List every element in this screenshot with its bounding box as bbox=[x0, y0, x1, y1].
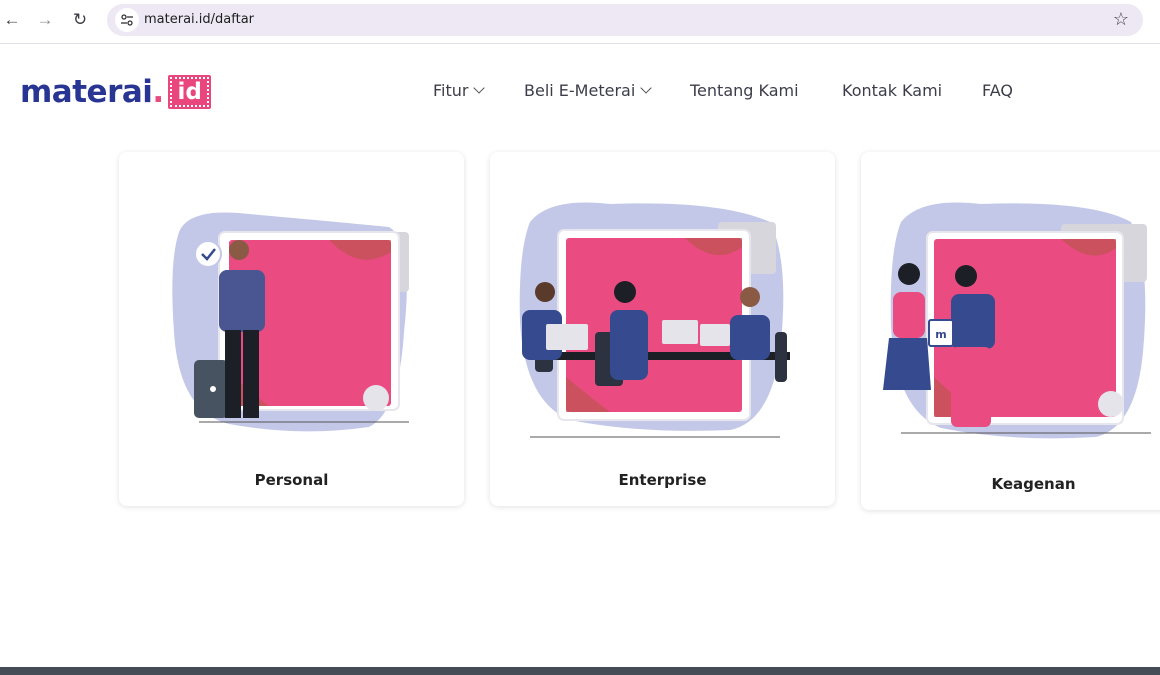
browser-toolbar: ← → ↻ materai.id/daftar ☆ bbox=[0, 0, 1160, 44]
nav-faq[interactable]: FAQ bbox=[982, 81, 1013, 100]
card-personal[interactable]: Personal bbox=[119, 152, 464, 506]
site-logo[interactable]: materai . id bbox=[20, 72, 212, 112]
chevron-down-icon bbox=[473, 82, 486, 94]
logo-badge: id bbox=[168, 75, 212, 109]
address-bar[interactable]: materai.id/daftar ☆ bbox=[107, 4, 1143, 36]
bookmark-star-icon[interactable]: ☆ bbox=[1113, 9, 1129, 30]
nav-fitur[interactable]: Fitur bbox=[433, 81, 486, 100]
chevron-down-icon bbox=[640, 82, 652, 94]
logo-dot: . bbox=[152, 74, 165, 110]
nav-tentang-label: Tentang Kami bbox=[690, 81, 799, 100]
nav-beli-label: Beli E-Meterai bbox=[524, 81, 636, 100]
logo-text: materai bbox=[20, 74, 153, 110]
nav-kontak-kami[interactable]: Kontak Kami bbox=[842, 81, 942, 100]
footer-bar bbox=[0, 667, 1160, 675]
card-label: Enterprise bbox=[618, 471, 707, 489]
nav-fitur-label: Fitur bbox=[433, 81, 469, 100]
svg-text:m: m bbox=[935, 328, 946, 341]
agency-illustration-icon: m bbox=[883, 202, 1151, 439]
url-text[interactable]: materai.id/daftar bbox=[144, 12, 254, 27]
enterprise-illustration-icon bbox=[519, 202, 790, 438]
site-settings-icon[interactable] bbox=[115, 8, 139, 32]
back-arrow-icon[interactable]: ← bbox=[0, 8, 24, 32]
reload-icon[interactable]: ↻ bbox=[68, 8, 92, 32]
card-label: Keagenan bbox=[991, 475, 1076, 493]
personal-illustration-icon bbox=[172, 212, 409, 432]
nav-kontak-label: Kontak Kami bbox=[842, 81, 943, 100]
card-keagenan[interactable]: m Keagenan bbox=[861, 152, 1160, 510]
nav-faq-label: FAQ bbox=[982, 81, 1013, 100]
nav-tentang-kami[interactable]: Tentang Kami bbox=[690, 81, 799, 100]
card-enterprise[interactable]: Enterprise bbox=[490, 152, 835, 506]
forward-arrow-icon[interactable]: → bbox=[33, 8, 57, 32]
card-label: Personal bbox=[254, 471, 329, 489]
nav-beli-e-meterai[interactable]: Beli E-Meterai bbox=[524, 81, 652, 100]
